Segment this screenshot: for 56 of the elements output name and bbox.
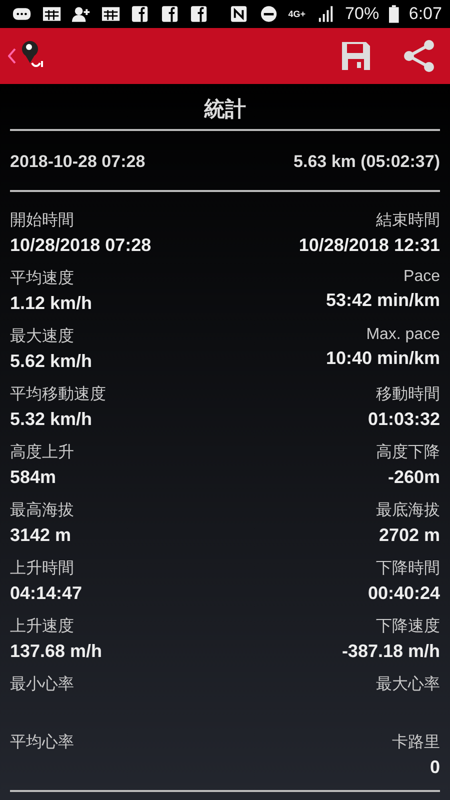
stat-value: -387.18 m/h	[342, 641, 440, 662]
stat-value: 2702 m	[378, 525, 440, 546]
save-icon	[340, 40, 372, 72]
stat-value: 5.32 km/h	[10, 409, 94, 430]
stat-label: 高度上升	[10, 442, 75, 463]
stat-label: 最高海拔	[10, 500, 75, 521]
back-icon	[8, 48, 16, 64]
stat-value: 3142 m	[10, 525, 72, 546]
stat-value: 10/28/2018 12:31	[298, 235, 440, 256]
facebook-icon	[160, 5, 180, 23]
battery-percent: 70%	[345, 4, 380, 24]
message-icon	[12, 5, 32, 23]
clock: 6:07	[408, 4, 442, 24]
add-contact-icon	[71, 5, 91, 23]
stat-label: 平均移動速度	[10, 384, 107, 405]
stat-label: 最大心率	[376, 674, 440, 695]
stat-value: 584m	[10, 467, 58, 488]
facebook-icon	[189, 5, 210, 23]
track-distance: 5.63 km (05:02:37)	[294, 152, 440, 172]
stat-label: 移動時間	[376, 384, 440, 405]
do-not-disturb-icon	[258, 5, 278, 23]
stat-label: 卡路里	[392, 732, 440, 753]
stat-label: 最大速度	[10, 326, 75, 347]
stat-label: 下降時間	[376, 558, 440, 579]
stat-value: 10/28/2018 07:28	[10, 235, 152, 256]
stat-label: 開始時間	[10, 210, 75, 231]
stat-value: 10:40 min/km	[326, 348, 440, 369]
stat-value: 0	[430, 757, 440, 778]
stat-label: 平均速度	[10, 268, 75, 289]
facebook-icon	[130, 5, 150, 23]
calendar-icon	[100, 5, 120, 23]
stat-label: Max. pace	[366, 326, 440, 344]
stat-value: 01:03:32	[368, 409, 440, 430]
stat-label: 上升時間	[10, 558, 75, 579]
nfc-icon	[229, 5, 249, 23]
stat-value: 137.68 m/h	[10, 641, 104, 662]
share-icon	[402, 40, 436, 72]
battery-icon	[389, 5, 399, 23]
stat-label: 結束時間	[376, 210, 440, 231]
stat-value: 1.12 km/h	[10, 293, 94, 314]
stat-label: 最小心率	[10, 674, 75, 695]
stat-label: 上升速度	[10, 616, 75, 637]
stat-value: 04:14:47	[10, 583, 84, 604]
stat-label: Pace	[404, 268, 440, 286]
stat-value: -260m	[388, 467, 440, 488]
page-title: 統計	[203, 97, 247, 123]
stat-label: 最底海拔	[376, 500, 440, 521]
stat-label: 高度下降	[376, 442, 440, 463]
stat-value: 00:40:24	[368, 583, 440, 604]
track-date: 2018-10-28 07:28	[10, 152, 146, 172]
network-type: 4G+	[288, 9, 306, 19]
stat-value: 53:42 min/km	[326, 290, 440, 311]
stat-label: 下降速度	[376, 616, 440, 637]
stat-value: 5.62 km/h	[10, 351, 94, 372]
stat-label: 平均心率	[10, 732, 75, 753]
calendar-icon	[42, 5, 62, 23]
